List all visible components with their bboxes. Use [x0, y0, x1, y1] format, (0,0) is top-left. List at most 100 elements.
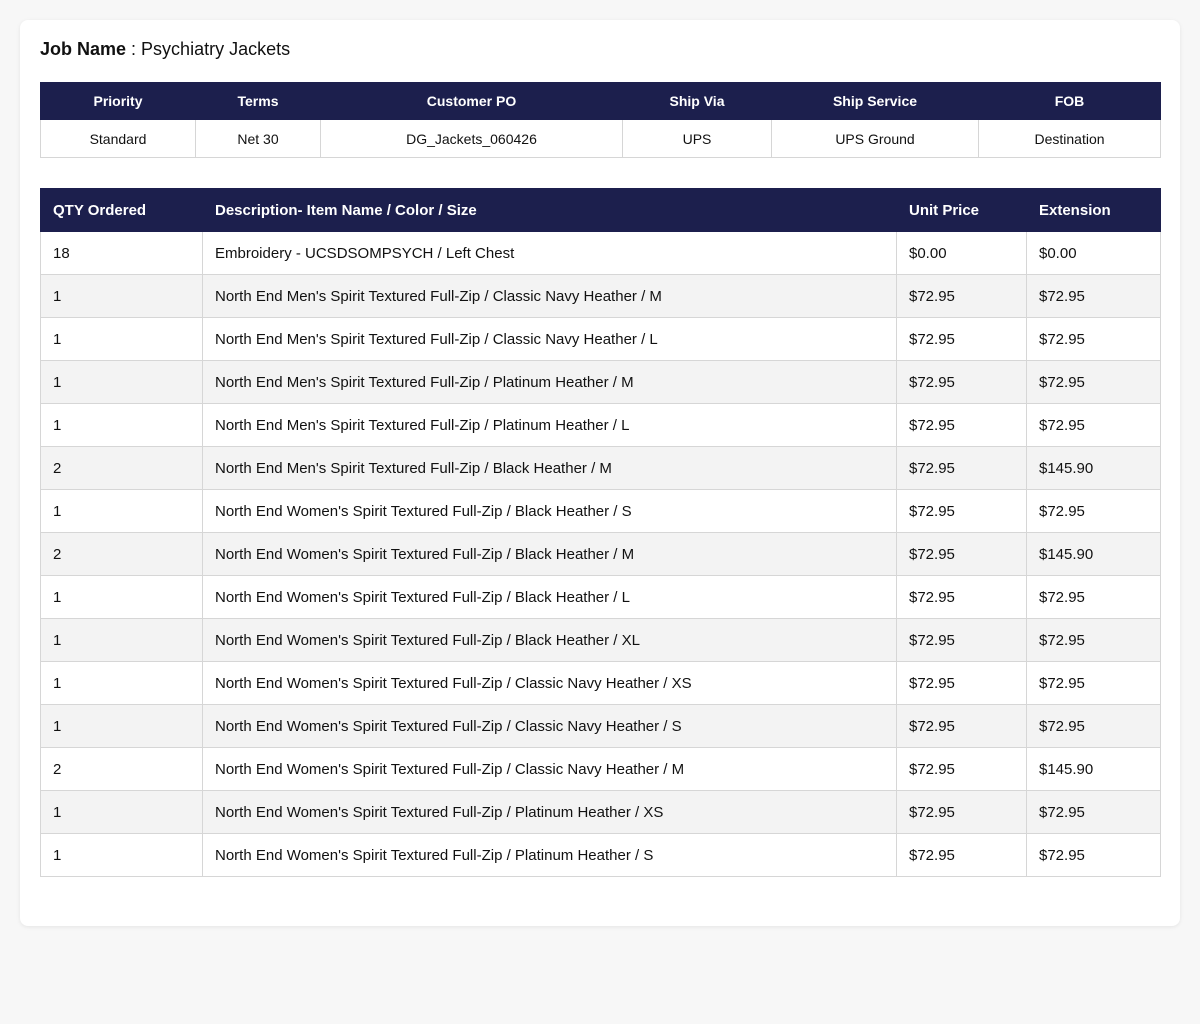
extension-cell: $72.95 — [1026, 833, 1161, 877]
header-priority: Priority — [40, 82, 196, 120]
line-items-table: QTY Ordered Description- Item Name / Col… — [40, 188, 1161, 877]
description-cell: North End Women's Spirit Textured Full-Z… — [202, 661, 897, 705]
header-ship-via: Ship Via — [622, 82, 772, 120]
unit-price-cell: $72.95 — [896, 403, 1027, 447]
qty-cell: 1 — [40, 833, 203, 877]
qty-cell: 2 — [40, 747, 203, 791]
unit-price-cell: $0.00 — [896, 231, 1027, 275]
description-cell: North End Men's Spirit Textured Full-Zip… — [202, 274, 897, 318]
header-description: Description- Item Name / Color / Size — [202, 188, 897, 232]
header-customer-po: Customer PO — [320, 82, 623, 120]
header-qty-ordered: QTY Ordered — [40, 188, 203, 232]
extension-cell: $72.95 — [1026, 489, 1161, 533]
header-ship-service: Ship Service — [771, 82, 979, 120]
job-name-value: Psychiatry Jackets — [141, 39, 291, 59]
description-cell: North End Men's Spirit Textured Full-Zip… — [202, 360, 897, 404]
header-fob: FOB — [978, 82, 1161, 120]
table-row: 1 North End Women's Spirit Textured Full-… — [40, 704, 1161, 748]
unit-price-cell: $72.95 — [896, 704, 1027, 748]
description-cell: North End Men's Spirit Textured Full-Zip… — [202, 446, 897, 490]
qty-cell: 1 — [40, 790, 203, 834]
table-row: 1 North End Men's Spirit Textured Full-Zi… — [40, 274, 1161, 318]
extension-cell: $72.95 — [1026, 403, 1161, 447]
qty-cell: 1 — [40, 618, 203, 662]
unit-price-cell: $72.95 — [896, 618, 1027, 662]
qty-cell: 18 — [40, 231, 203, 275]
order-info-value-row: Standard Net 30 DG_Jackets_060426 UPS UP… — [40, 119, 1161, 158]
description-cell: North End Women's Spirit Textured Full-Z… — [202, 575, 897, 619]
description-cell: North End Women's Spirit Textured Full-Z… — [202, 833, 897, 877]
order-info-table: Priority Terms Customer PO Ship Via Ship… — [40, 82, 1161, 158]
table-row: 18 Embroidery - UCSDSOMPSYCH / Left Chest… — [40, 231, 1161, 275]
table-row: 1 North End Men's Spirit Textured Full-Zi… — [40, 317, 1161, 361]
qty-cell: 2 — [40, 446, 203, 490]
customer-po-value: DG_Jackets_060426 — [320, 119, 623, 158]
table-row: 2 North End Men's Spirit Textured Full-Zi… — [40, 446, 1161, 490]
fob-value: Destination — [978, 119, 1161, 158]
table-row: 1 North End Men's Spirit Textured Full-Zi… — [40, 360, 1161, 404]
header-terms: Terms — [195, 82, 321, 120]
description-cell: North End Women's Spirit Textured Full-Z… — [202, 532, 897, 576]
qty-cell: 1 — [40, 489, 203, 533]
unit-price-cell: $72.95 — [896, 446, 1027, 490]
extension-cell: $145.90 — [1026, 532, 1161, 576]
terms-value: Net 30 — [195, 119, 321, 158]
extension-cell: $72.95 — [1026, 704, 1161, 748]
unit-price-cell: $72.95 — [896, 747, 1027, 791]
unit-price-cell: $72.95 — [896, 274, 1027, 318]
header-extension: Extension — [1026, 188, 1161, 232]
extension-cell: $72.95 — [1026, 575, 1161, 619]
table-row: 1 North End Women's Spirit Textured Full-… — [40, 661, 1161, 705]
table-row: 2 North End Women's Spirit Textured Full-… — [40, 532, 1161, 576]
job-name-line: Job Name : Psychiatry Jackets — [40, 38, 290, 60]
qty-cell: 1 — [40, 317, 203, 361]
table-row: 1 North End Women's Spirit Textured Full-… — [40, 618, 1161, 662]
unit-price-cell: $72.95 — [896, 532, 1027, 576]
description-cell: Embroidery - UCSDSOMPSYCH / Left Chest — [202, 231, 897, 275]
unit-price-cell: $72.95 — [896, 360, 1027, 404]
unit-price-cell: $72.95 — [896, 489, 1027, 533]
order-card: Job Name : Psychiatry Jackets Priority T… — [20, 20, 1180, 926]
description-cell: North End Men's Spirit Textured Full-Zip… — [202, 317, 897, 361]
qty-cell: 1 — [40, 704, 203, 748]
description-cell: North End Women's Spirit Textured Full-Z… — [202, 618, 897, 662]
qty-cell: 1 — [40, 360, 203, 404]
extension-cell: $72.95 — [1026, 790, 1161, 834]
extension-cell: $72.95 — [1026, 274, 1161, 318]
ship-via-value: UPS — [622, 119, 772, 158]
qty-cell: 1 — [40, 403, 203, 447]
qty-cell: 1 — [40, 661, 203, 705]
extension-cell: $72.95 — [1026, 317, 1161, 361]
unit-price-cell: $72.95 — [896, 317, 1027, 361]
description-cell: North End Men's Spirit Textured Full-Zip… — [202, 403, 897, 447]
description-cell: North End Women's Spirit Textured Full-Z… — [202, 704, 897, 748]
line-items-body: 18 Embroidery - UCSDSOMPSYCH / Left Chest… — [40, 231, 1161, 877]
unit-price-cell: $72.95 — [896, 833, 1027, 877]
table-row: 1 North End Women's Spirit Textured Full-… — [40, 575, 1161, 619]
description-cell: North End Women's Spirit Textured Full-Z… — [202, 790, 897, 834]
extension-cell: $0.00 — [1026, 231, 1161, 275]
qty-cell: 1 — [40, 575, 203, 619]
extension-cell: $145.90 — [1026, 446, 1161, 490]
job-name-separator: : — [126, 39, 142, 59]
priority-value: Standard — [40, 119, 196, 158]
qty-cell: 2 — [40, 532, 203, 576]
order-info-header-row: Priority Terms Customer PO Ship Via Ship… — [40, 82, 1161, 120]
unit-price-cell: $72.95 — [896, 575, 1027, 619]
extension-cell: $145.90 — [1026, 747, 1161, 791]
line-items-header-row: QTY Ordered Description- Item Name / Col… — [40, 188, 1161, 232]
extension-cell: $72.95 — [1026, 618, 1161, 662]
unit-price-cell: $72.95 — [896, 661, 1027, 705]
extension-cell: $72.95 — [1026, 661, 1161, 705]
table-row: 1 North End Men's Spirit Textured Full-Zi… — [40, 403, 1161, 447]
header-unit-price: Unit Price — [896, 188, 1027, 232]
extension-cell: $72.95 — [1026, 360, 1161, 404]
job-name-label: Job Name — [40, 39, 127, 59]
description-cell: North End Women's Spirit Textured Full-Z… — [202, 489, 897, 533]
description-cell: North End Women's Spirit Textured Full-Z… — [202, 747, 897, 791]
unit-price-cell: $72.95 — [896, 790, 1027, 834]
table-row: 1 North End Women's Spirit Textured Full-… — [40, 833, 1161, 877]
table-row: 1 North End Women's Spirit Textured Full-… — [40, 489, 1161, 533]
table-row: 1 North End Women's Spirit Textured Full-… — [40, 790, 1161, 834]
ship-service-value: UPS Ground — [771, 119, 979, 158]
